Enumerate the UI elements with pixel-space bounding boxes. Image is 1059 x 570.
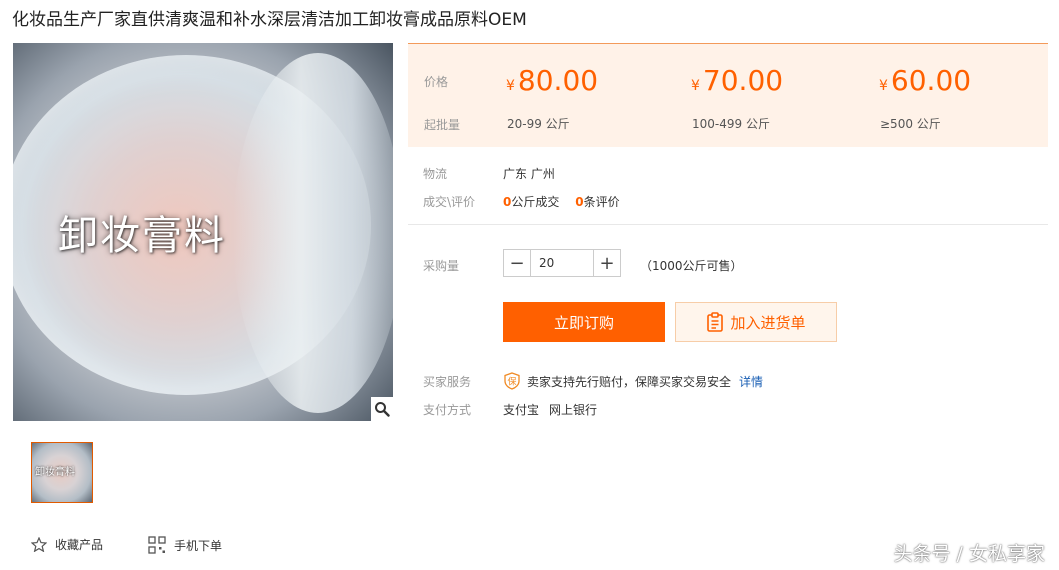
moq-label: 起批量 [424,118,461,132]
payment-method-online-bank: 网上银行 [549,403,598,417]
product-main-image[interactable]: 卸妆膏料 [13,43,393,421]
jar-rim-image [233,53,393,413]
logistics-label: 物流 [423,167,448,181]
add-to-purchase-list-button[interactable]: 加入进货单 [675,302,837,342]
product-title: 化妆品生产厂家直供清爽温和补水深层清洁加工卸妆膏成品原料OEM [12,10,527,30]
sold-text: 公斤成交 [511,195,560,209]
price-panel: 价格 起批量 ¥80.00 20-99 公斤 ¥70.00 100-499 公斤… [408,43,1048,147]
review-text[interactable]: 条评价 [584,195,620,209]
price-value: 60.00 [890,64,972,97]
purchase-qty-label: 采购量 [423,259,460,273]
price-tier-2: ¥70.00 [691,64,783,97]
moq-tier-3: ≥500 公斤 [880,117,941,131]
shield-icon: 保 [504,372,520,390]
quantity-input[interactable] [530,250,594,276]
currency-symbol: ¥ [506,78,515,94]
thumbnail-label: 卸妆膏料 [35,467,75,478]
price-label: 价格 [424,75,449,89]
moq-tier-1: 20-99 公斤 [507,117,570,131]
payment-method-alipay: 支付宝 [503,403,540,417]
available-stock: （1000公斤可售） [640,259,743,273]
price-value: 70.00 [702,64,784,97]
price-tier-3: ¥60.00 [879,64,971,97]
service-detail-link[interactable]: 详情 [739,373,763,390]
favorite-product-button[interactable]: 收藏产品 [31,536,103,553]
currency-symbol: ¥ [691,78,700,94]
magnifier-icon [375,402,390,417]
currency-symbol: ¥ [879,78,888,94]
service-text: 卖家支持先行赔付，保障买家交易安全 [527,374,732,389]
product-thumbnail[interactable]: 卸妆膏料 [31,442,93,503]
price-tier-1: ¥80.00 [506,64,598,97]
buyer-service-label: 买家服务 [423,375,472,389]
buyer-service: 保 卖家支持先行赔付，保障买家交易安全 详情 [503,372,763,390]
watermark: 头条号 / 女私享家 [893,543,1045,565]
add-to-list-label: 加入进货单 [730,313,806,332]
clipboard-icon [707,312,724,332]
zoom-button[interactable] [371,397,393,421]
quantity-stepper: − + [503,249,621,277]
mobile-order-label: 手机下单 [174,538,223,553]
logistics-value: 广东 广州 [503,167,555,181]
deals-label: 成交\评价 [423,195,476,209]
image-label-text: 卸妆膏料 [58,213,226,259]
increase-button[interactable]: + [594,250,620,276]
star-icon [31,537,47,552]
buy-now-button[interactable]: 立即订购 [503,302,665,342]
qr-code-icon [148,536,166,554]
shield-badge-text: 保 [507,376,516,388]
mobile-order-button[interactable]: 手机下单 [148,536,222,554]
payment-methods: 支付宝 网上银行 [503,401,597,418]
review-count[interactable]: 0 [575,195,583,209]
section-divider [408,224,1048,225]
deals-value: 0公斤成交 0条评价 [503,193,620,210]
moq-tier-2: 100-499 公斤 [692,117,770,131]
payment-label: 支付方式 [423,403,472,417]
favorite-label: 收藏产品 [55,538,104,552]
price-value: 80.00 [517,64,599,97]
decrease-button[interactable]: − [504,250,530,276]
